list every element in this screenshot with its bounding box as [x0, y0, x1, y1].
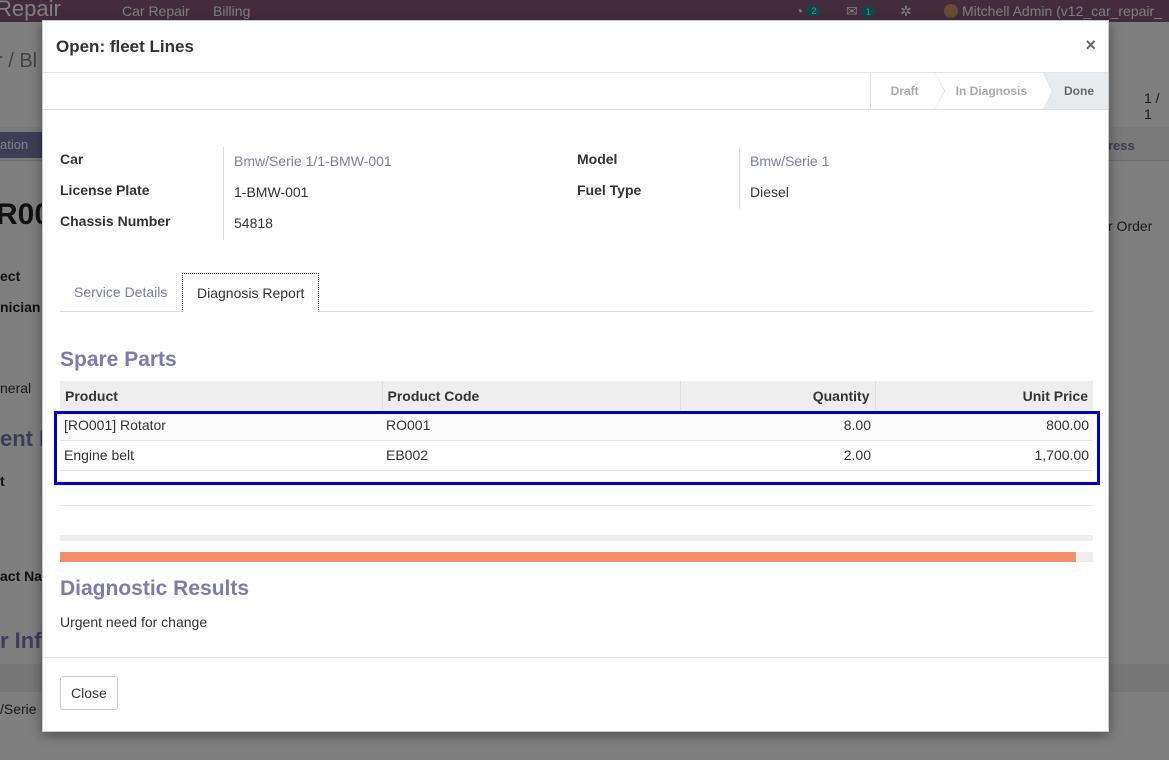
cell-unit-price: 1,700.00: [875, 440, 1093, 471]
stage-label: In Diagnosis: [955, 84, 1027, 98]
progress-fill: [60, 552, 1077, 562]
close-button[interactable]: Close: [60, 676, 118, 710]
stage-draft[interactable]: Draft: [869, 73, 945, 109]
notebook-tabs: Service Details Diagnosis Report: [60, 273, 1093, 312]
stage-in-diagnosis[interactable]: In Diagnosis: [934, 73, 1053, 109]
stage-label: Draft: [890, 84, 919, 98]
table-row[interactable]: Engine belt EB002 2.00 1,700.00: [60, 440, 1093, 471]
tab-diagnosis-report[interactable]: Diagnosis Report: [182, 273, 320, 312]
cell-quantity: 2.00: [680, 440, 875, 471]
modal-header: Open: fleet Lines ×: [43, 21, 1108, 73]
spare-parts-title: Spare Parts: [60, 348, 177, 371]
close-icon[interactable]: ×: [1085, 35, 1096, 56]
modal-dialog: Open: fleet Lines × Draft In Diagnosis D…: [42, 20, 1109, 732]
license-plate-label: License Plate: [60, 182, 150, 198]
status-bar: Draft In Diagnosis Done: [43, 73, 1108, 110]
car-link[interactable]: Bmw/Serie 1/1-BMW-001: [234, 153, 392, 169]
divider: [60, 505, 1093, 506]
field-group-left: Car Bmw/Serie 1/1-BMW-001 License Plate …: [60, 147, 573, 240]
column-header-quantity[interactable]: Quantity: [680, 381, 876, 410]
tab-service-details[interactable]: Service Details: [60, 273, 181, 312]
spare-parts-table: Product Product Code Quantity Unit Price…: [60, 381, 1093, 471]
modal-title: Open: fleet Lines: [56, 37, 194, 56]
cell-product-code: RO001: [382, 410, 680, 441]
stage-label: Done: [1064, 84, 1094, 98]
diagnostic-results-title: Diagnostic Results: [60, 577, 250, 600]
column-header-product-code[interactable]: Product Code: [382, 381, 681, 410]
chassis-number-label: Chassis Number: [60, 213, 171, 229]
progress-bar: [60, 552, 1093, 562]
car-field: Bmw/Serie 1/1-BMW-001: [223, 147, 573, 178]
cell-unit-price: 800.00: [875, 410, 1093, 441]
model-label: Model: [577, 151, 618, 167]
cell-product: Engine belt: [60, 440, 382, 471]
stage-pipeline: Draft In Diagnosis Done: [869, 73, 1108, 109]
fuel-type-value: Diesel: [739, 178, 1079, 209]
column-header-unit-price[interactable]: Unit Price: [875, 381, 1093, 410]
cell-product-code: EB002: [382, 440, 680, 471]
cell-product: [RO001] Rotator: [60, 410, 382, 441]
model-link[interactable]: Bmw/Serie 1: [750, 153, 829, 169]
column-header-product[interactable]: Product: [60, 381, 383, 410]
car-label: Car: [60, 151, 84, 167]
cell-quantity: 8.00: [680, 410, 875, 441]
chassis-number-value: 54818: [223, 209, 573, 240]
model-field: Bmw/Serie 1: [739, 147, 1079, 178]
table-header-row: Product Product Code Quantity Unit Price: [60, 381, 1093, 410]
license-plate-value: 1-BMW-001: [223, 178, 573, 209]
diagnostic-results-text: Urgent need for change: [60, 614, 208, 630]
modal-footer: Close: [43, 657, 1108, 731]
table-row[interactable]: [RO001] Rotator RO001 8.00 800.00: [60, 410, 1093, 441]
field-group-right: Model Bmw/Serie 1 Fuel Type Diesel: [577, 147, 1079, 209]
fuel-type-label: Fuel Type: [577, 182, 642, 198]
empty-bar: [60, 535, 1093, 541]
